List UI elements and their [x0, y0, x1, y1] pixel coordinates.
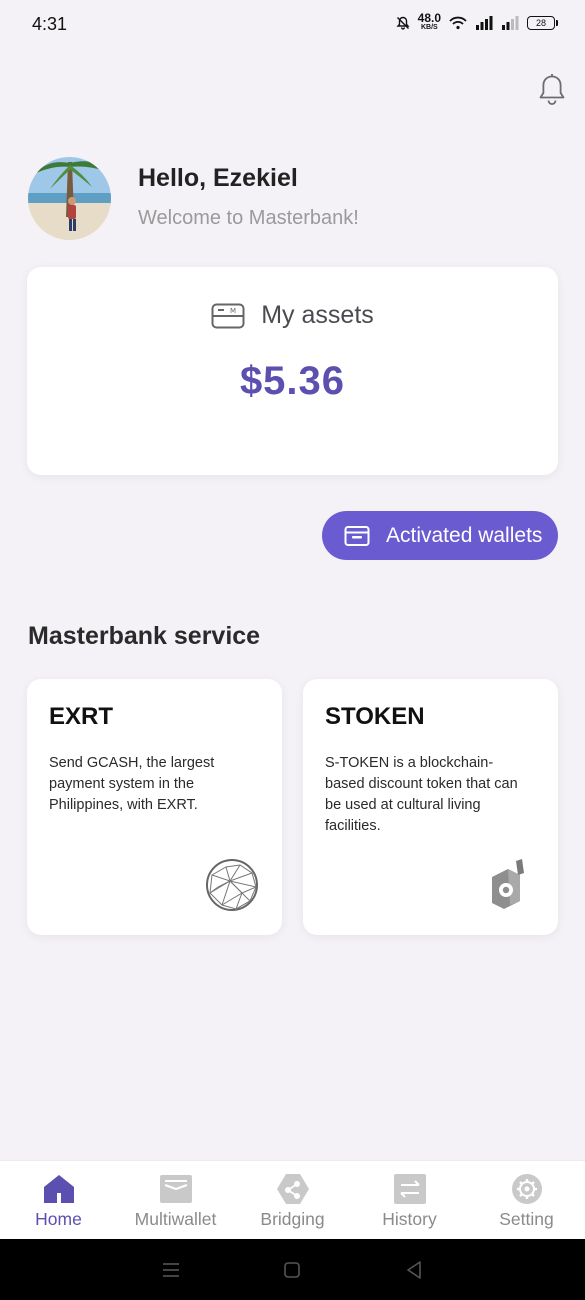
svg-text:M: M	[230, 307, 236, 315]
assets-title: My assets	[261, 301, 374, 329]
status-time: 4:31	[32, 14, 68, 34]
network-speed: 48.0 KB/S	[417, 11, 441, 31]
service-description: Send GCASH, the largest payment system i…	[49, 755, 215, 813]
network-globe-icon	[206, 859, 258, 911]
stoken-logo-icon	[492, 859, 524, 909]
assets-card[interactable]: M My assets $5.36	[27, 267, 558, 475]
signal-weak-icon	[502, 16, 519, 30]
service-card-exrt[interactable]: EXRT Send GCASH, the largest payment sys…	[27, 679, 282, 935]
bridging-icon	[276, 1174, 309, 1204]
card-icon: M	[211, 303, 245, 328]
wallet-icon	[344, 525, 370, 546]
nav-label: Multiwallet	[134, 1209, 217, 1229]
nav-bridging[interactable]: Bridging	[234, 1161, 351, 1239]
battery-icon: 28	[527, 16, 558, 30]
nav-label: Setting	[499, 1209, 554, 1229]
service-name: EXRT	[49, 703, 114, 730]
status-bar: 4:31 48.0 KB/S 28	[0, 0, 585, 52]
activated-wallets-button[interactable]: Activated wallets	[322, 511, 558, 560]
multiwallet-icon	[159, 1175, 192, 1203]
nav-label: Bridging	[260, 1209, 325, 1229]
system-nav-bar	[0, 1239, 585, 1300]
home-button-icon[interactable]	[281, 1259, 303, 1281]
signal-icon	[476, 16, 493, 30]
wifi-icon	[449, 16, 467, 30]
status-icons: 48.0 KB/S 28	[396, 11, 558, 32]
nav-multiwallet[interactable]: Multiwallet	[117, 1161, 234, 1239]
bell-icon[interactable]	[537, 73, 567, 107]
assets-header: M My assets	[27, 301, 558, 330]
service-name: STOKEN	[325, 703, 425, 730]
nav-home[interactable]: Home	[0, 1161, 117, 1239]
back-icon[interactable]	[403, 1259, 425, 1281]
activated-wallets-label: Activated wallets	[386, 523, 543, 547]
welcome-text: Welcome to Masterbank!	[138, 207, 359, 229]
service-card-stoken[interactable]: STOKEN S-TOKEN is a blockchain-based dis…	[303, 679, 558, 935]
home-icon	[43, 1175, 74, 1203]
nav-setting[interactable]: Setting	[468, 1161, 585, 1239]
bottom-nav: Home Multiwallet Bridging History Settin…	[0, 1160, 585, 1239]
history-icon	[393, 1174, 426, 1204]
recents-icon[interactable]	[160, 1259, 182, 1281]
mute-bell-icon	[396, 16, 410, 30]
nav-label: History	[382, 1209, 437, 1229]
section-title: Masterbank service	[28, 622, 261, 650]
service-description: S-TOKEN is a blockchain-based discount t…	[325, 755, 518, 834]
assets-value: $5.36	[239, 359, 346, 403]
nav-history[interactable]: History	[351, 1161, 468, 1239]
greeting: Hello, Ezekiel	[138, 164, 298, 192]
nav-label: Home	[35, 1209, 82, 1229]
avatar[interactable]	[28, 157, 111, 240]
gear-icon	[511, 1174, 542, 1204]
